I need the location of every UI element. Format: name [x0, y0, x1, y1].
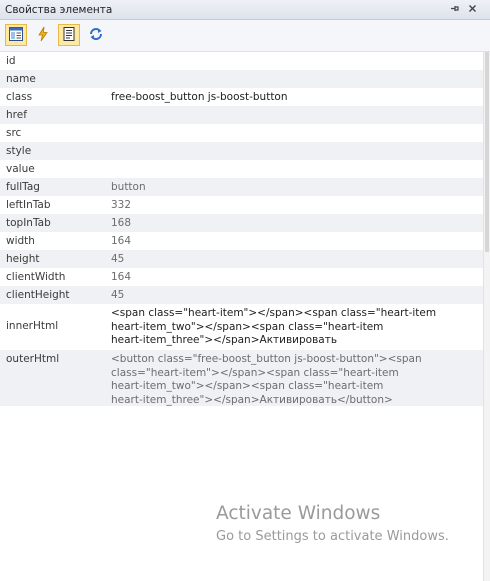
property-value: <button class="free-boost_button js-boos…	[111, 353, 422, 406]
property-key: leftInTab	[6, 199, 51, 211]
property-value: 45	[111, 289, 125, 301]
property-value: 164	[111, 235, 132, 247]
refresh-icon	[88, 26, 104, 45]
panel-title: Свойства элемента	[5, 4, 113, 16]
scrollbar-thumb[interactable]	[485, 52, 489, 252]
activate-windows-title: Activate Windows	[216, 503, 381, 524]
property-key: innerHtml	[6, 320, 59, 332]
property-row-id[interactable]: id	[0, 52, 483, 70]
activate-windows-subtitle: Go to Settings to activate Windows.	[216, 529, 449, 544]
property-key: class	[6, 91, 33, 103]
property-value: 332	[111, 199, 132, 211]
property-key: clientWidth	[6, 271, 66, 283]
events-button[interactable]	[32, 24, 54, 46]
property-row-outerhtml[interactable]: outerHtml <button class="free-boost_butt…	[0, 350, 483, 406]
vertical-scrollbar[interactable]	[483, 52, 490, 581]
property-key: width	[6, 235, 35, 247]
property-value: button	[111, 181, 146, 193]
property-value: 168	[111, 217, 132, 229]
property-value: <span class="heart-item"></span><span cl…	[111, 307, 437, 346]
property-row-innerhtml[interactable]: innerHtml <span class="heart-item"></spa…	[0, 304, 483, 350]
property-row-value[interactable]: value	[0, 160, 483, 178]
property-key: value	[6, 163, 35, 175]
property-row-class[interactable]: class free-boost_button js-boost-button	[0, 88, 483, 106]
property-key: id	[6, 55, 16, 67]
lightning-icon	[35, 26, 51, 45]
property-row-src[interactable]: src	[0, 124, 483, 142]
property-key: height	[6, 253, 40, 265]
close-icon[interactable]	[466, 3, 479, 16]
property-row-topintab[interactable]: topInTab 168	[0, 214, 483, 232]
property-value: 164	[111, 271, 132, 283]
property-row-clientwidth[interactable]: clientWidth 164	[0, 268, 483, 286]
property-row-width[interactable]: width 164	[0, 232, 483, 250]
toolbar	[0, 20, 490, 52]
properties-table: id name class free-boost_button js-boost…	[0, 52, 483, 406]
page-view-button[interactable]	[58, 24, 80, 46]
property-key: fullTag	[6, 181, 40, 193]
property-row-name[interactable]: name	[0, 70, 483, 88]
property-key: clientHeight	[6, 289, 70, 301]
property-key: outerHtml	[6, 353, 60, 365]
properties-panel-icon	[8, 26, 24, 45]
property-row-height[interactable]: height 45	[0, 250, 483, 268]
property-row-clientheight[interactable]: clientHeight 45	[0, 286, 483, 304]
property-key: topInTab	[6, 217, 51, 229]
property-key: style	[6, 145, 32, 157]
pin-icon[interactable]	[448, 3, 461, 16]
panel-title-bar: Свойства элемента	[0, 0, 490, 20]
property-row-style[interactable]: style	[0, 142, 483, 160]
property-key: src	[6, 127, 22, 139]
property-row-leftintab[interactable]: leftInTab 332	[0, 196, 483, 214]
refresh-button[interactable]	[85, 24, 107, 46]
property-row-fulltag[interactable]: fullTag button	[0, 178, 483, 196]
properties-panel-button[interactable]	[5, 24, 27, 46]
page-icon	[61, 26, 77, 45]
property-key: name	[6, 73, 36, 85]
property-row-href[interactable]: href	[0, 106, 483, 124]
property-key: href	[6, 109, 27, 121]
property-value: free-boost_button js-boost-button	[111, 91, 288, 103]
property-value: 45	[111, 253, 125, 265]
